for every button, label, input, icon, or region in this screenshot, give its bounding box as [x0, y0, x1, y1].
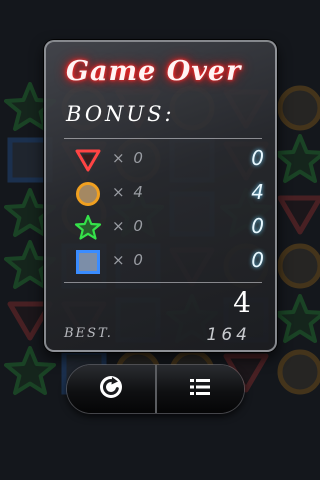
- best-label: BEST.: [64, 326, 113, 341]
- game-over-dialog: Game Over BONUS: × 0 0 × 4 4 × 0 0 × 0 0…: [44, 40, 277, 352]
- divider-top: [64, 138, 262, 139]
- square-icon: [74, 248, 102, 276]
- bonus-count: × 0: [112, 251, 145, 269]
- dialog-title: Game Over: [66, 56, 242, 87]
- bonus-row-star: × 0 0: [74, 214, 264, 242]
- bonus-points: 0: [251, 214, 264, 238]
- menu-button[interactable]: [154, 365, 244, 413]
- bonus-count: × 4: [112, 183, 145, 201]
- action-buttons: [67, 365, 244, 413]
- bonus-row-circle: × 4 4: [74, 180, 264, 208]
- bonus-points: 0: [251, 248, 264, 272]
- bonus-row-square: × 0 0: [74, 248, 264, 276]
- bonus-count: × 0: [112, 149, 145, 167]
- bonus-points: 0: [251, 146, 264, 170]
- best-score: 164: [206, 325, 251, 345]
- bonus-row-triangle: × 0 0: [74, 146, 264, 174]
- bonus-points: 4: [251, 180, 264, 204]
- bonus-count: × 0: [112, 217, 145, 235]
- bonus-label: BONUS:: [66, 102, 175, 126]
- divider-bottom: [64, 282, 262, 283]
- menu-list-icon: [186, 373, 214, 405]
- circle-icon: [74, 180, 102, 208]
- restart-button[interactable]: [67, 365, 155, 413]
- final-score: 4: [233, 286, 251, 319]
- star-icon: [74, 214, 102, 242]
- triangle-icon: [74, 146, 102, 174]
- restart-icon: [97, 373, 125, 405]
